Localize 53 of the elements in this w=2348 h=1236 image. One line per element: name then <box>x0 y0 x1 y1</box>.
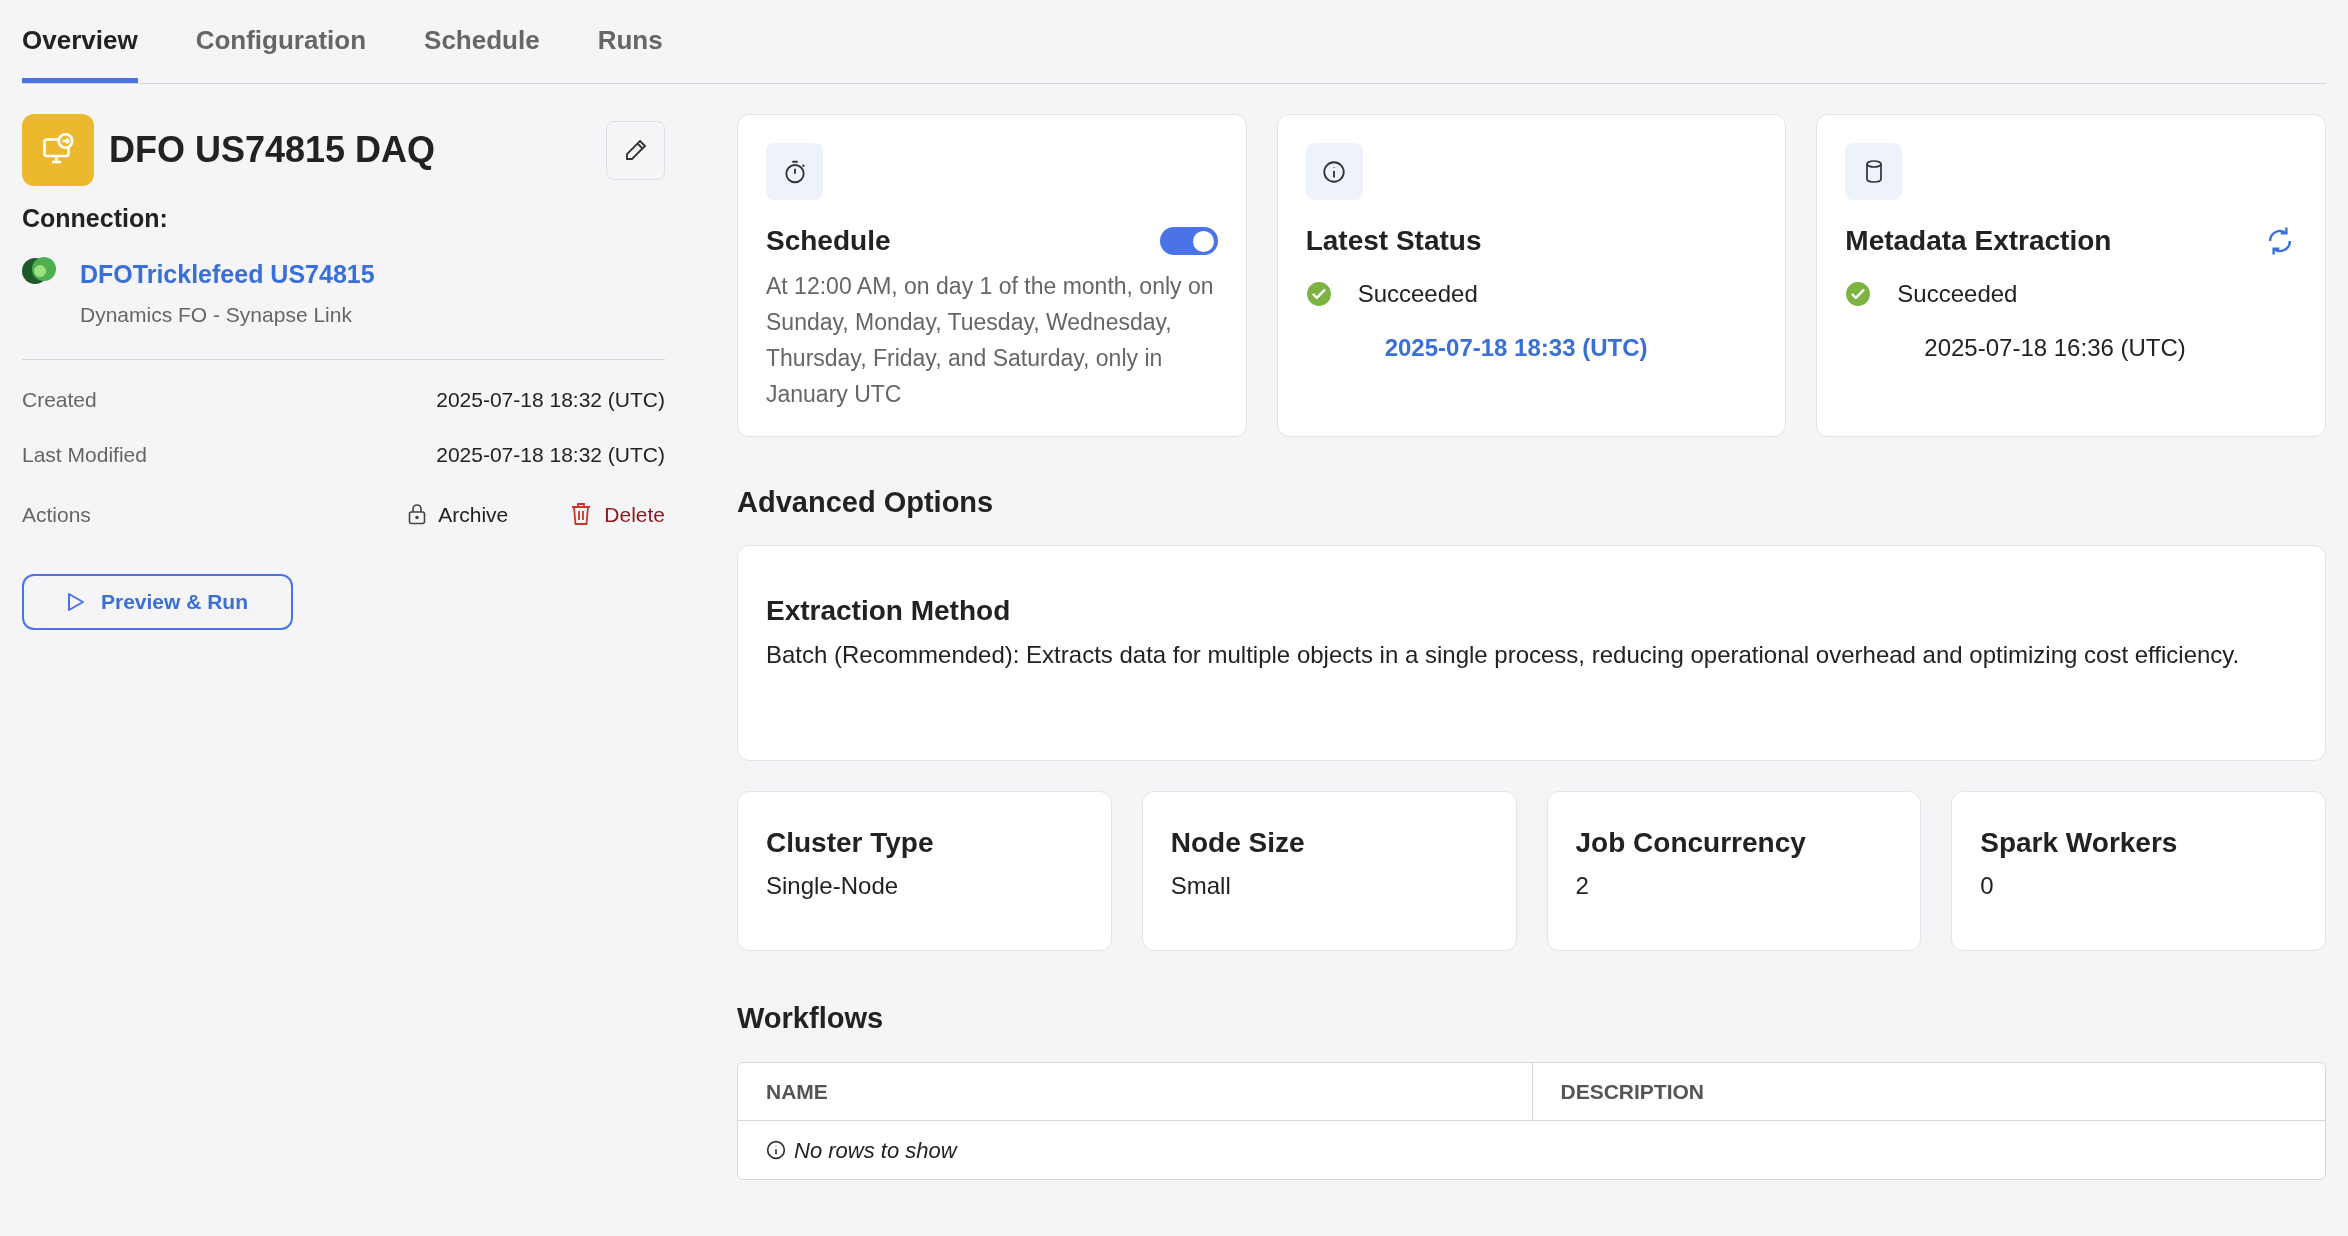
info-icon <box>1305 143 1363 200</box>
setting-value: 2 <box>1575 870 1590 901</box>
status-text: Succeeded <box>1897 279 2018 309</box>
empty-message: No rows to show <box>794 1136 957 1165</box>
schedule-toggle[interactable] <box>1159 227 1218 255</box>
connection-logo-icon <box>22 255 58 286</box>
tab[interactable]: Schedule <box>424 21 540 83</box>
actions-label: Actions <box>22 501 91 528</box>
pipeline-icon <box>22 114 94 186</box>
setting-label: Spark Workers <box>1980 825 2179 860</box>
play-icon <box>66 592 85 612</box>
setting-value: 0 <box>1980 870 1995 901</box>
success-check-icon <box>1845 281 1872 307</box>
connection-label: Connection: <box>22 203 169 234</box>
trash-icon <box>570 502 593 527</box>
stopwatch-icon <box>766 143 823 200</box>
success-check-icon <box>1305 281 1332 307</box>
latest-run-link[interactable]: 2025-07-18 18:33 (UTC) <box>1384 330 1758 366</box>
setting-value: Small <box>1170 870 1232 901</box>
delete-button[interactable]: Delete <box>570 498 665 530</box>
metadata-title: Metadata Extraction <box>1845 224 2112 258</box>
preview-run-button[interactable]: Preview & Run <box>22 574 293 630</box>
detail-label: Created <box>22 386 97 413</box>
extraction-description: Batch (Recommended): Extracts data for multiple objects in a single process, reducing operational overhead and optimizing cost efficiency. <box>766 639 2241 670</box>
setting-label: Cluster Type <box>766 825 935 860</box>
edit-button[interactable] <box>606 120 665 180</box>
schedule-title: Schedule <box>766 224 891 258</box>
connection-type: Dynamics FO - Synapse Link <box>80 302 353 328</box>
setting-label: Node Size <box>1170 825 1306 860</box>
advanced-options-heading: Advanced Options <box>737 485 995 520</box>
lock-icon <box>408 503 427 526</box>
column-header: NAME <box>765 1078 829 1105</box>
tab[interactable]: Overview <box>22 21 138 83</box>
extraction-title: Extraction Method <box>766 593 1012 628</box>
tab[interactable]: Configuration <box>195 21 367 83</box>
detail-value: 2025-07-18 18:32 (UTC) <box>436 386 665 413</box>
tab[interactable]: Runs <box>597 21 663 83</box>
detail-label: Last Modified <box>22 442 147 468</box>
setting-label: Job Concurrency <box>1575 825 1807 860</box>
pencil-icon <box>623 138 648 162</box>
schedule-description: At 12:00 AM, on day 1 of the month, only on Sunday, Monday, Tuesday, Wednesday, Thursday, Friday, and Saturday, only in January UTC <box>766 272 1215 409</box>
status-text: Succeeded <box>1357 279 1478 309</box>
setting-value: Single-Node <box>766 870 900 901</box>
pipeline-title: DFO US74815 DAQ <box>109 128 436 172</box>
latest-status-title: Latest Status <box>1305 224 1483 258</box>
archive-button[interactable]: Archive <box>408 498 509 530</box>
connection-link[interactable]: DFOTricklefeed US74815 <box>80 255 375 293</box>
info-icon <box>766 1140 786 1160</box>
column-header: DESCRIPTION <box>1531 1063 2325 1120</box>
workflows-heading: Workflows <box>737 1000 885 1036</box>
database-icon <box>1845 143 1903 200</box>
detail-value: 2025-07-18 18:32 (UTC) <box>436 442 665 468</box>
metadata-time: 2025-07-18 16:36 (UTC) <box>1924 333 2187 363</box>
